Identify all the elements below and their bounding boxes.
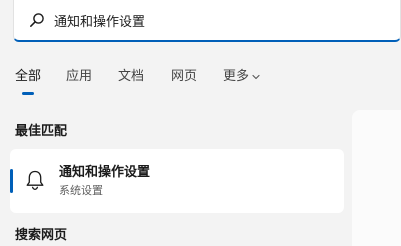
tab-all[interactable]: 全部 xyxy=(15,67,41,87)
tab-web[interactable]: 网页 xyxy=(171,67,197,87)
tab-more[interactable]: 更多 xyxy=(223,67,260,87)
best-match-heading: 最佳匹配 xyxy=(15,124,68,139)
chevron-down-icon xyxy=(252,74,260,79)
search-icon xyxy=(30,13,44,27)
best-match-result[interactable]: 通知和操作设置 系统设置 xyxy=(10,149,344,213)
filter-tabs: 全部 应用 文档 网页 更多 xyxy=(0,67,300,95)
bell-icon xyxy=(26,170,44,190)
result-title: 通知和操作设置 xyxy=(59,165,151,180)
search-input[interactable] xyxy=(54,10,384,30)
web-search-heading: 搜索网页 xyxy=(15,228,68,243)
tab-documents[interactable]: 文档 xyxy=(118,67,144,87)
search-box[interactable] xyxy=(13,0,401,42)
tab-apps[interactable]: 应用 xyxy=(66,67,92,87)
tab-more-label: 更多 xyxy=(223,69,250,84)
selection-indicator xyxy=(10,169,13,193)
details-panel xyxy=(352,110,401,246)
result-subtitle: 系统设置 xyxy=(59,184,103,197)
active-tab-indicator xyxy=(22,92,34,95)
